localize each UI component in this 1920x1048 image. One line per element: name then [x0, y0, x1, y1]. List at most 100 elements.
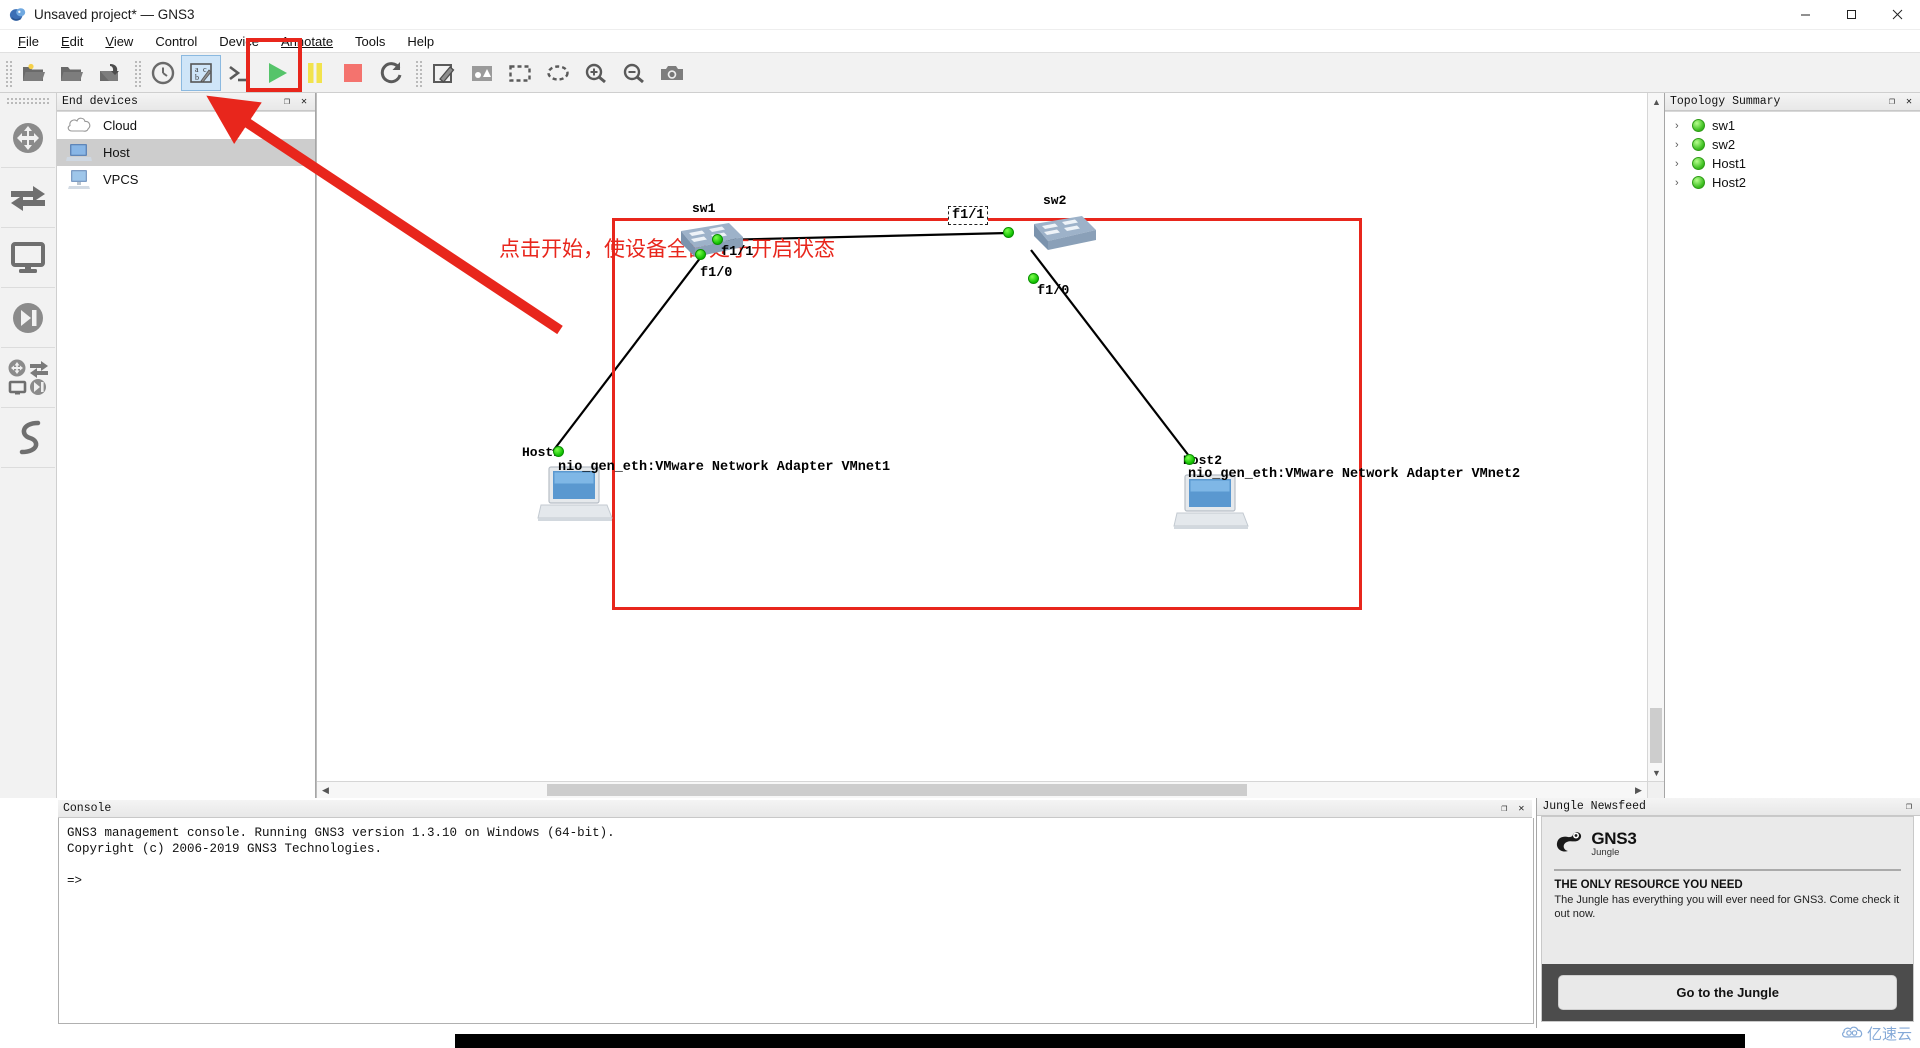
open-project-icon[interactable] [53, 56, 91, 90]
stop-all-devices-icon[interactable] [334, 56, 372, 90]
canvas-scroll-right-icon[interactable]: ▶ [1630, 782, 1647, 798]
end-devices-float-icon[interactable]: ❐ [281, 96, 293, 108]
draw-rectangle-icon[interactable] [501, 56, 539, 90]
device-item-host[interactable]: Host [57, 139, 315, 166]
topology-summary-row-host1[interactable]: › Host1 [1665, 154, 1920, 173]
canvas-scroll-up-icon[interactable]: ▲ [1648, 93, 1664, 110]
jungle-logo-name: GNS3 [1591, 828, 1637, 848]
end-devices-panel: End devices ❐ ✕ Cloud Host VPCS [57, 93, 316, 798]
canvas-vscroll-thumb[interactable] [1650, 708, 1662, 763]
all-devices-icon[interactable] [1, 348, 55, 408]
insert-picture-icon[interactable] [463, 56, 501, 90]
topology-summary-close-icon[interactable]: ✕ [1903, 96, 1915, 108]
cloud-icon [65, 114, 93, 138]
canvas-vertical-scrollbar[interactable]: ▲ ▼ [1647, 93, 1664, 781]
topology-summary-row-sw2[interactable]: › sw2 [1665, 135, 1920, 154]
new-project-icon[interactable] [15, 56, 53, 90]
end-devices-icon[interactable] [1, 228, 55, 288]
expand-chevron-icon[interactable]: › [1675, 120, 1685, 132]
topology-canvas[interactable]: 点击开始，使设备全部处于开启状态 sw1 f1/1 f1/0 sw2 f1/1 … [325, 93, 1647, 781]
port-label-sw2-f1-1: f1/1 [948, 206, 989, 225]
switches-icon[interactable] [1, 168, 55, 228]
topology-summary-label-host1: Host1 [1712, 156, 1746, 171]
topology-summary-row-sw1[interactable]: › sw1 [1665, 116, 1920, 135]
node-sw2[interactable] [1022, 210, 1098, 259]
device-item-vpcs[interactable]: VPCS [57, 166, 315, 193]
menu-device-label: Device [219, 33, 259, 49]
jungle-logo-sub: Jungle [1591, 846, 1620, 858]
console-float-icon[interactable]: ❐ [1498, 803, 1510, 815]
add-note-icon[interactable] [425, 56, 463, 90]
canvas-hscroll-thumb[interactable] [547, 784, 1247, 796]
led-sw1-f1-0 [695, 249, 706, 260]
menu-edit[interactable]: Edit [50, 32, 94, 51]
canvas-scroll-corner [1647, 781, 1664, 798]
jungle-footer: Go to the Jungle [1542, 964, 1913, 1021]
device-item-cloud[interactable]: Cloud [57, 112, 315, 139]
console-title: Console [63, 802, 112, 815]
canvas-scroll-left-icon[interactable]: ◀ [317, 782, 334, 798]
toolbar-grip-3[interactable] [414, 58, 422, 87]
topology-summary-label-host2: Host2 [1712, 175, 1746, 190]
menu-device[interactable]: Device [208, 32, 270, 51]
device-label-cloud: Cloud [103, 118, 137, 133]
menu-view[interactable]: View [94, 32, 144, 51]
jungle-title-bar: Jungle Newsfeed ❐ [1537, 798, 1920, 816]
menu-tools[interactable]: Tools [344, 32, 396, 51]
topology-summary-title-bar: Topology Summary ❐ ✕ [1665, 93, 1920, 111]
host-laptop-icon [65, 141, 93, 165]
canvas-horizontal-scrollbar[interactable]: ◀ ▶ [317, 781, 1647, 798]
reload-all-devices-icon[interactable] [372, 56, 410, 90]
expand-chevron-icon[interactable]: › [1675, 158, 1685, 170]
port-label-sw1-f1-1: f1/1 [721, 245, 754, 260]
start-all-devices-icon[interactable] [258, 56, 296, 90]
menu-annotate[interactable]: Annotate [270, 32, 344, 51]
go-to-jungle-button[interactable]: Go to the Jungle [1558, 975, 1897, 1010]
menu-control[interactable]: Control [144, 32, 208, 51]
routers-icon[interactable] [1, 108, 55, 168]
end-devices-close-icon[interactable]: ✕ [298, 96, 310, 108]
topology-summary-panel: Topology Summary ❐ ✕ › sw1 › sw2 › Host1 [1664, 93, 1920, 798]
security-devices-icon[interactable] [1, 288, 55, 348]
node-label-sw2: sw2 [1043, 193, 1067, 208]
zoom-out-icon[interactable] [615, 56, 653, 90]
topology-summary-float-icon[interactable]: ❐ [1886, 96, 1898, 108]
jungle-divider [1554, 869, 1901, 871]
topology-summary-row-host2[interactable]: › Host2 [1665, 173, 1920, 192]
main-workspace: End devices ❐ ✕ Cloud Host VPCS 点击开始，使设备… [0, 93, 1920, 798]
jungle-newsfeed-panel: Jungle Newsfeed ❐ GNS3 Jungle THE ONLY R… [1537, 798, 1920, 1028]
minimize-button[interactable] [1782, 0, 1828, 30]
expand-chevron-icon[interactable]: › [1675, 139, 1685, 151]
menu-file[interactable]: File [7, 32, 50, 51]
device-label-vpcs: VPCS [103, 172, 139, 187]
bottom-docks: Console ❐ ✕ GNS3 management console. Run… [0, 798, 1920, 1028]
menu-file-label: F [18, 33, 26, 49]
close-button[interactable] [1874, 0, 1920, 30]
maximize-button[interactable] [1828, 0, 1874, 30]
show-hide-interface-labels-icon[interactable]: a c b [181, 54, 221, 91]
menu-help[interactable]: Help [396, 32, 445, 51]
vpcs-desktop-icon [65, 168, 93, 192]
add-link-icon[interactable] [1, 408, 55, 468]
canvas-scroll-down-icon[interactable]: ▼ [1648, 764, 1664, 781]
topology-canvas-area: 点击开始，使设备全部处于开启状态 sw1 f1/1 f1/0 sw2 f1/1 … [316, 93, 1664, 798]
toolbar-grip-1[interactable] [4, 58, 12, 87]
watermark: 亿速云 [1841, 1023, 1912, 1044]
draw-ellipse-icon[interactable] [539, 56, 577, 90]
end-devices-panel-title-bar: End devices ❐ ✕ [57, 93, 315, 111]
screenshot-icon[interactable] [653, 56, 691, 90]
toolbar-grip-2[interactable] [133, 58, 141, 87]
bottom-black-bar [455, 1034, 1745, 1048]
console-output[interactable]: GNS3 management console. Running GNS3 ve… [58, 818, 1535, 1024]
rail-grip[interactable] [6, 97, 50, 104]
suspend-all-devices-icon[interactable] [296, 56, 334, 90]
canvas-annotation-text: 点击开始，使设备全部处于开启状态 [499, 237, 835, 261]
led-sw2-f1-1 [1003, 227, 1014, 238]
console-to-all-devices-icon[interactable] [220, 56, 258, 90]
expand-chevron-icon[interactable]: › [1675, 177, 1685, 189]
zoom-in-icon[interactable] [577, 56, 615, 90]
save-project-as-icon[interactable] [91, 56, 129, 90]
snapshot-clock-icon[interactable] [144, 56, 182, 90]
console-close-icon[interactable]: ✕ [1515, 803, 1527, 815]
jungle-float-icon[interactable]: ❐ [1903, 801, 1915, 813]
